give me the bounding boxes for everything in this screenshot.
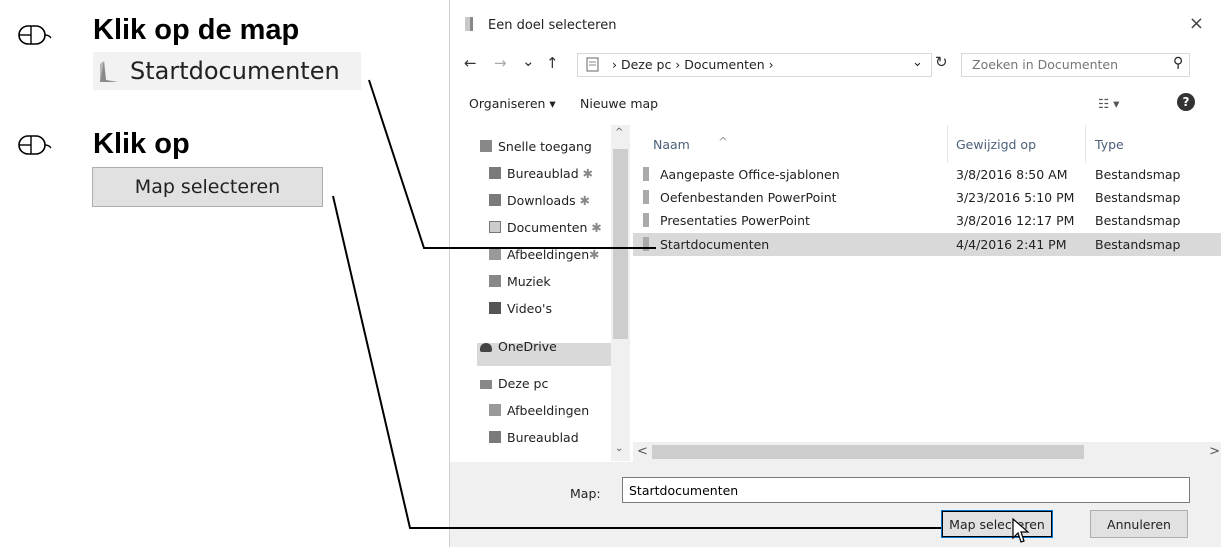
- callout-line-folder: [368, 79, 656, 249]
- callout-lines: [332, 79, 941, 529]
- cursor-icon: [1012, 517, 1030, 543]
